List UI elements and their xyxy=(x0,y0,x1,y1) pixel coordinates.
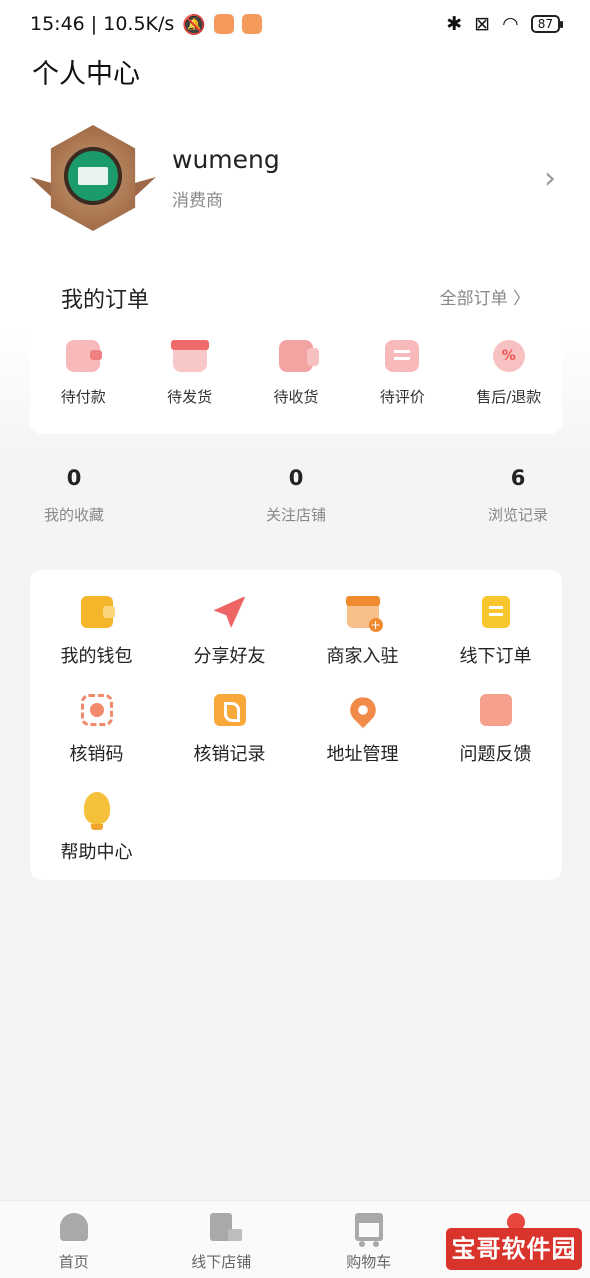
service-verify-code[interactable]: 核销码 xyxy=(30,694,163,766)
chevron-right-icon[interactable]: › xyxy=(544,161,556,196)
tab-label: 线下店铺 xyxy=(191,1253,252,1271)
service-label: 核销记录 xyxy=(193,744,266,765)
service-label: 地址管理 xyxy=(326,744,399,765)
mute-bell-icon: 🔕 xyxy=(182,13,206,36)
status-time-speed: 15:46 | 10.5K/s xyxy=(30,13,175,35)
stat-label: 我的收藏 xyxy=(43,506,104,524)
avatar-photo xyxy=(64,147,122,205)
wallet-icon xyxy=(66,340,103,372)
service-feedback[interactable]: 问题反馈 xyxy=(429,694,562,766)
shop-add-icon xyxy=(345,596,383,632)
service-merchant-join[interactable]: 商家入驻 xyxy=(296,596,429,668)
status-bar: 15:46 | 10.5K/s 🔕 ✱ ⊠ ◠ 87 xyxy=(0,0,590,48)
wifi-icon: ◠ xyxy=(502,13,519,35)
service-label: 核销码 xyxy=(69,744,124,765)
tab-home[interactable]: 首页 xyxy=(0,1201,148,1278)
stat-value: 0 xyxy=(288,466,304,490)
user-role: 消费商 xyxy=(172,191,223,211)
truck-icon xyxy=(278,340,319,372)
service-label: 分享好友 xyxy=(193,646,266,667)
location-pin-icon xyxy=(344,691,381,729)
service-wallet[interactable]: 我的钱包 xyxy=(30,596,163,668)
chat-icon xyxy=(479,694,516,730)
store-icon xyxy=(210,1213,243,1241)
service-label: 帮助中心 xyxy=(60,842,133,863)
app-notification-icon-2 xyxy=(241,14,262,34)
stat-favorites[interactable]: 0 我的收藏 xyxy=(14,466,134,525)
clipboard-icon xyxy=(481,596,510,628)
orders-title: 我的订单 xyxy=(61,288,150,313)
home-icon xyxy=(59,1213,88,1241)
order-pending-shipment[interactable]: 待发货 xyxy=(136,340,242,407)
page-title: 个人中心 xyxy=(32,59,140,90)
service-help-center[interactable]: 帮助中心 xyxy=(30,792,163,864)
orders-card: 我的订单 全部订单 〉 待付款 待发货 待收货 待评价 % 售后/退款 xyxy=(30,262,562,434)
review-icon xyxy=(385,340,420,372)
paper-plane-icon xyxy=(213,596,246,628)
stat-label: 浏览记录 xyxy=(487,506,548,524)
stat-followed-stores[interactable]: 0 关注店铺 xyxy=(236,466,356,525)
service-label: 问题反馈 xyxy=(459,744,532,765)
lightbulb-icon xyxy=(83,792,110,830)
stat-label: 关注店铺 xyxy=(265,506,326,524)
service-offline-orders[interactable]: 线下订单 xyxy=(429,596,562,668)
tab-offline-stores[interactable]: 线下店铺 xyxy=(148,1201,296,1278)
watermark: 宝哥软件园 xyxy=(446,1228,582,1270)
order-label: 待付款 xyxy=(60,388,106,406)
stat-value: 0 xyxy=(66,466,82,490)
tab-label: 购物车 xyxy=(346,1253,392,1271)
service-label: 我的钱包 xyxy=(60,646,133,667)
service-address[interactable]: 地址管理 xyxy=(296,691,429,766)
order-label: 待收货 xyxy=(273,388,319,406)
order-pending-payment[interactable]: 待付款 xyxy=(30,340,136,407)
scan-icon xyxy=(80,694,113,726)
avatar[interactable] xyxy=(30,119,156,237)
order-label: 售后/退款 xyxy=(476,388,542,406)
tab-cart[interactable]: 购物车 xyxy=(295,1201,443,1278)
order-pending-receipt[interactable]: 待收货 xyxy=(243,340,349,407)
tab-label: 首页 xyxy=(58,1253,89,1271)
stat-browse-history[interactable]: 6 浏览记录 xyxy=(458,466,578,525)
service-label: 线下订单 xyxy=(459,646,532,667)
stat-value: 6 xyxy=(510,466,526,490)
order-label: 待评价 xyxy=(379,388,425,406)
no-sim-icon: ⊠ xyxy=(474,13,491,35)
wallet-icon xyxy=(80,596,115,628)
service-verify-records[interactable]: 核销记录 xyxy=(163,694,296,766)
refund-icon: % xyxy=(492,340,525,372)
all-orders-link[interactable]: 全部订单 〉 xyxy=(440,284,530,309)
order-label: 待发货 xyxy=(167,388,213,406)
profile-header[interactable]: wumeng 消费商 › xyxy=(30,118,560,238)
battery-icon: 87 xyxy=(530,15,564,33)
service-label: 商家入驻 xyxy=(326,646,399,667)
box-icon xyxy=(170,340,209,372)
order-after-sales[interactable]: % 售后/退款 xyxy=(456,340,562,407)
services-card: 我的钱包 分享好友 商家入驻 线下订单 核销码 核销记录 地址管理 问题反馈 xyxy=(30,570,562,880)
record-icon xyxy=(213,694,246,726)
bluetooth-icon: ✱ xyxy=(446,13,463,35)
app-notification-icon xyxy=(213,14,234,34)
username: wumeng xyxy=(172,145,280,174)
service-share-friends[interactable]: 分享好友 xyxy=(163,596,296,668)
cart-icon xyxy=(354,1213,383,1247)
order-pending-review[interactable]: 待评价 xyxy=(349,340,455,407)
